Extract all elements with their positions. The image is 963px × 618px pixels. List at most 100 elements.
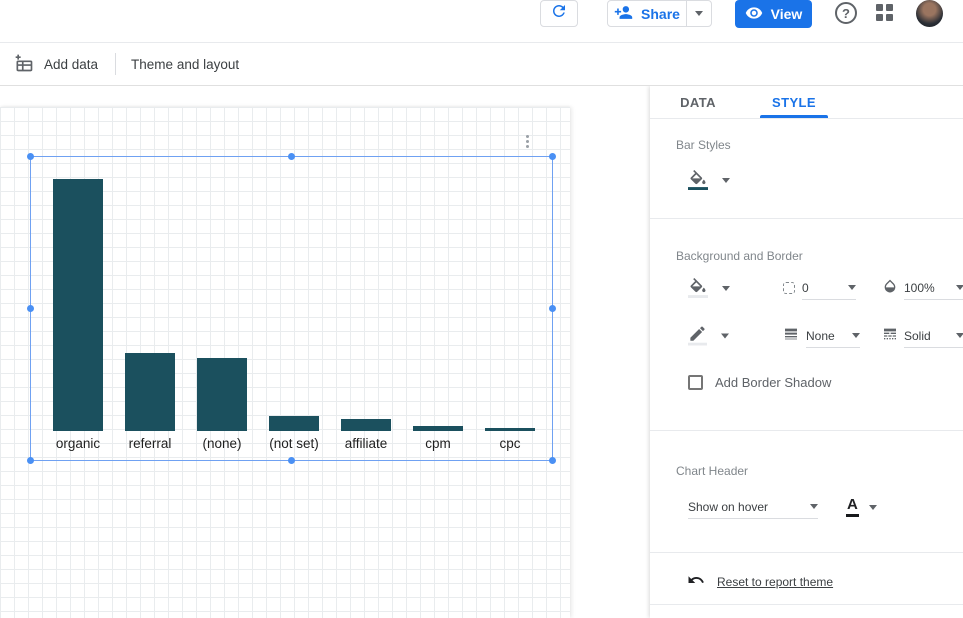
add-data-button[interactable]: Add data bbox=[14, 53, 98, 76]
resize-handle-middle-left[interactable] bbox=[27, 305, 34, 312]
resize-handle-middle-right[interactable] bbox=[549, 305, 556, 312]
border-radius-select[interactable]: 0 bbox=[783, 276, 856, 300]
chevron-down-icon bbox=[721, 334, 729, 339]
selected-bar-chart[interactable]: organic referral (none) (not set) affiliate c… bbox=[30, 156, 553, 461]
report-canvas[interactable]: organic referral (none) (not set) affiliate c… bbox=[0, 107, 570, 618]
border-color-picker[interactable] bbox=[688, 327, 729, 346]
bar-chart: organic referral (none) (not set) affiliate c… bbox=[31, 157, 552, 453]
help-icon: ? bbox=[842, 6, 850, 21]
section-background-border: Background and Border 0 bbox=[650, 218, 963, 430]
chevron-down-icon bbox=[869, 505, 877, 510]
edit-toolbar: Add data Theme and layout bbox=[0, 43, 963, 86]
bar-label: (not set) bbox=[269, 431, 319, 453]
bar-group[interactable]: referral bbox=[125, 157, 175, 453]
border-shadow-label: Add Border Shadow bbox=[715, 375, 831, 390]
topbar: Share View ? bbox=[0, 0, 963, 43]
bar-label: affiliate bbox=[345, 431, 388, 453]
chevron-down-icon bbox=[810, 504, 818, 509]
reset-theme-link[interactable]: Reset to report theme bbox=[717, 575, 833, 589]
person-add-icon bbox=[614, 3, 633, 25]
properties-panel: DATA STYLE Bar Styles Background and Bor… bbox=[650, 86, 963, 618]
bar-group[interactable]: (not set) bbox=[269, 157, 319, 453]
paint-bucket-icon bbox=[688, 278, 708, 298]
resize-handle-top-right[interactable] bbox=[549, 153, 556, 160]
bar-group[interactable]: affiliate bbox=[341, 157, 391, 453]
bar-label: organic bbox=[56, 431, 100, 453]
bar-group[interactable]: cpc bbox=[485, 157, 535, 453]
section-chart-header: Chart Header Show on hover A bbox=[650, 430, 963, 552]
border-style-select[interactable]: Solid bbox=[882, 324, 963, 348]
resize-handle-top-left[interactable] bbox=[27, 153, 34, 160]
bar-fill-color-icon[interactable] bbox=[688, 170, 708, 190]
bar[interactable] bbox=[53, 179, 103, 431]
chevron-down-icon bbox=[956, 285, 963, 290]
refresh-button[interactable] bbox=[540, 0, 578, 27]
workspace: organic referral (none) (not set) affiliate c… bbox=[0, 86, 650, 618]
chart-header-mode-select[interactable]: Show on hover bbox=[688, 495, 818, 519]
bar-label: (none) bbox=[202, 431, 241, 453]
toolbar-divider bbox=[115, 53, 116, 75]
panel-footer-space bbox=[650, 604, 963, 618]
section-reset: Reset to report theme bbox=[650, 552, 963, 604]
border-radius-icon bbox=[783, 282, 795, 294]
share-dropdown-button[interactable] bbox=[686, 0, 712, 27]
tab-data[interactable]: DATA bbox=[650, 86, 746, 118]
undo-icon[interactable] bbox=[687, 571, 705, 594]
bar-label: cpc bbox=[499, 431, 520, 453]
border-style-value: Solid bbox=[904, 329, 931, 343]
theme-layout-label: Theme and layout bbox=[131, 57, 239, 72]
line-style-icon bbox=[882, 326, 898, 347]
bar[interactable] bbox=[269, 416, 319, 431]
chevron-down-icon bbox=[956, 333, 963, 338]
border-weight-value: None bbox=[806, 329, 835, 343]
bar[interactable] bbox=[125, 353, 175, 431]
background-border-title: Background and Border bbox=[676, 249, 963, 263]
chart-header-mode-value: Show on hover bbox=[688, 500, 768, 514]
refresh-icon bbox=[550, 2, 568, 25]
eye-icon bbox=[745, 4, 763, 25]
theme-and-layout-button[interactable]: Theme and layout bbox=[131, 57, 239, 72]
bar[interactable] bbox=[341, 419, 391, 431]
help-button[interactable]: ? bbox=[835, 2, 857, 24]
chevron-down-icon bbox=[852, 333, 860, 338]
border-shadow-checkbox[interactable] bbox=[688, 375, 703, 390]
opacity-select[interactable]: 100% bbox=[882, 276, 963, 300]
section-bar-styles: Bar Styles bbox=[650, 119, 963, 218]
user-avatar[interactable] bbox=[916, 0, 943, 27]
view-button-label: View bbox=[771, 6, 803, 22]
chevron-down-icon bbox=[848, 285, 856, 290]
chevron-down-icon bbox=[722, 286, 730, 291]
text-color-icon: A bbox=[846, 497, 859, 517]
view-button[interactable]: View bbox=[735, 0, 812, 28]
apps-grid-icon[interactable] bbox=[876, 4, 893, 21]
add-data-icon bbox=[14, 53, 34, 76]
bar-label: referral bbox=[129, 431, 172, 453]
bar-label: cpm bbox=[425, 431, 451, 453]
resize-handle-top-middle[interactable] bbox=[288, 153, 295, 160]
resize-handle-bottom-left[interactable] bbox=[27, 457, 34, 464]
background-color-picker[interactable] bbox=[688, 278, 730, 298]
bar-group[interactable]: (none) bbox=[197, 157, 247, 453]
add-data-label: Add data bbox=[44, 57, 98, 72]
resize-handle-bottom-right[interactable] bbox=[549, 457, 556, 464]
panel-tabs: DATA STYLE bbox=[650, 86, 963, 119]
opacity-value: 100% bbox=[904, 281, 935, 295]
line-weight-icon bbox=[783, 326, 799, 347]
bar-group[interactable]: cpm bbox=[413, 157, 463, 453]
bar-fill-color-caret-icon[interactable] bbox=[722, 178, 730, 183]
bar[interactable] bbox=[197, 358, 247, 431]
bar-group[interactable]: organic bbox=[53, 157, 103, 453]
chart-overflow-menu[interactable] bbox=[524, 133, 531, 150]
header-font-color-picker[interactable]: A bbox=[846, 497, 877, 517]
chart-header-title: Chart Header bbox=[676, 464, 963, 478]
border-weight-select[interactable]: None bbox=[783, 324, 860, 348]
opacity-droplet-icon bbox=[882, 278, 898, 299]
share-button[interactable]: Share bbox=[607, 0, 687, 27]
tab-style[interactable]: STYLE bbox=[746, 86, 842, 118]
chevron-down-icon bbox=[695, 11, 703, 16]
share-button-label: Share bbox=[641, 6, 680, 22]
bar-styles-title: Bar Styles bbox=[676, 138, 963, 152]
border-radius-value: 0 bbox=[802, 281, 809, 295]
resize-handle-bottom-middle[interactable] bbox=[288, 457, 295, 464]
border-pencil-icon bbox=[688, 327, 707, 346]
